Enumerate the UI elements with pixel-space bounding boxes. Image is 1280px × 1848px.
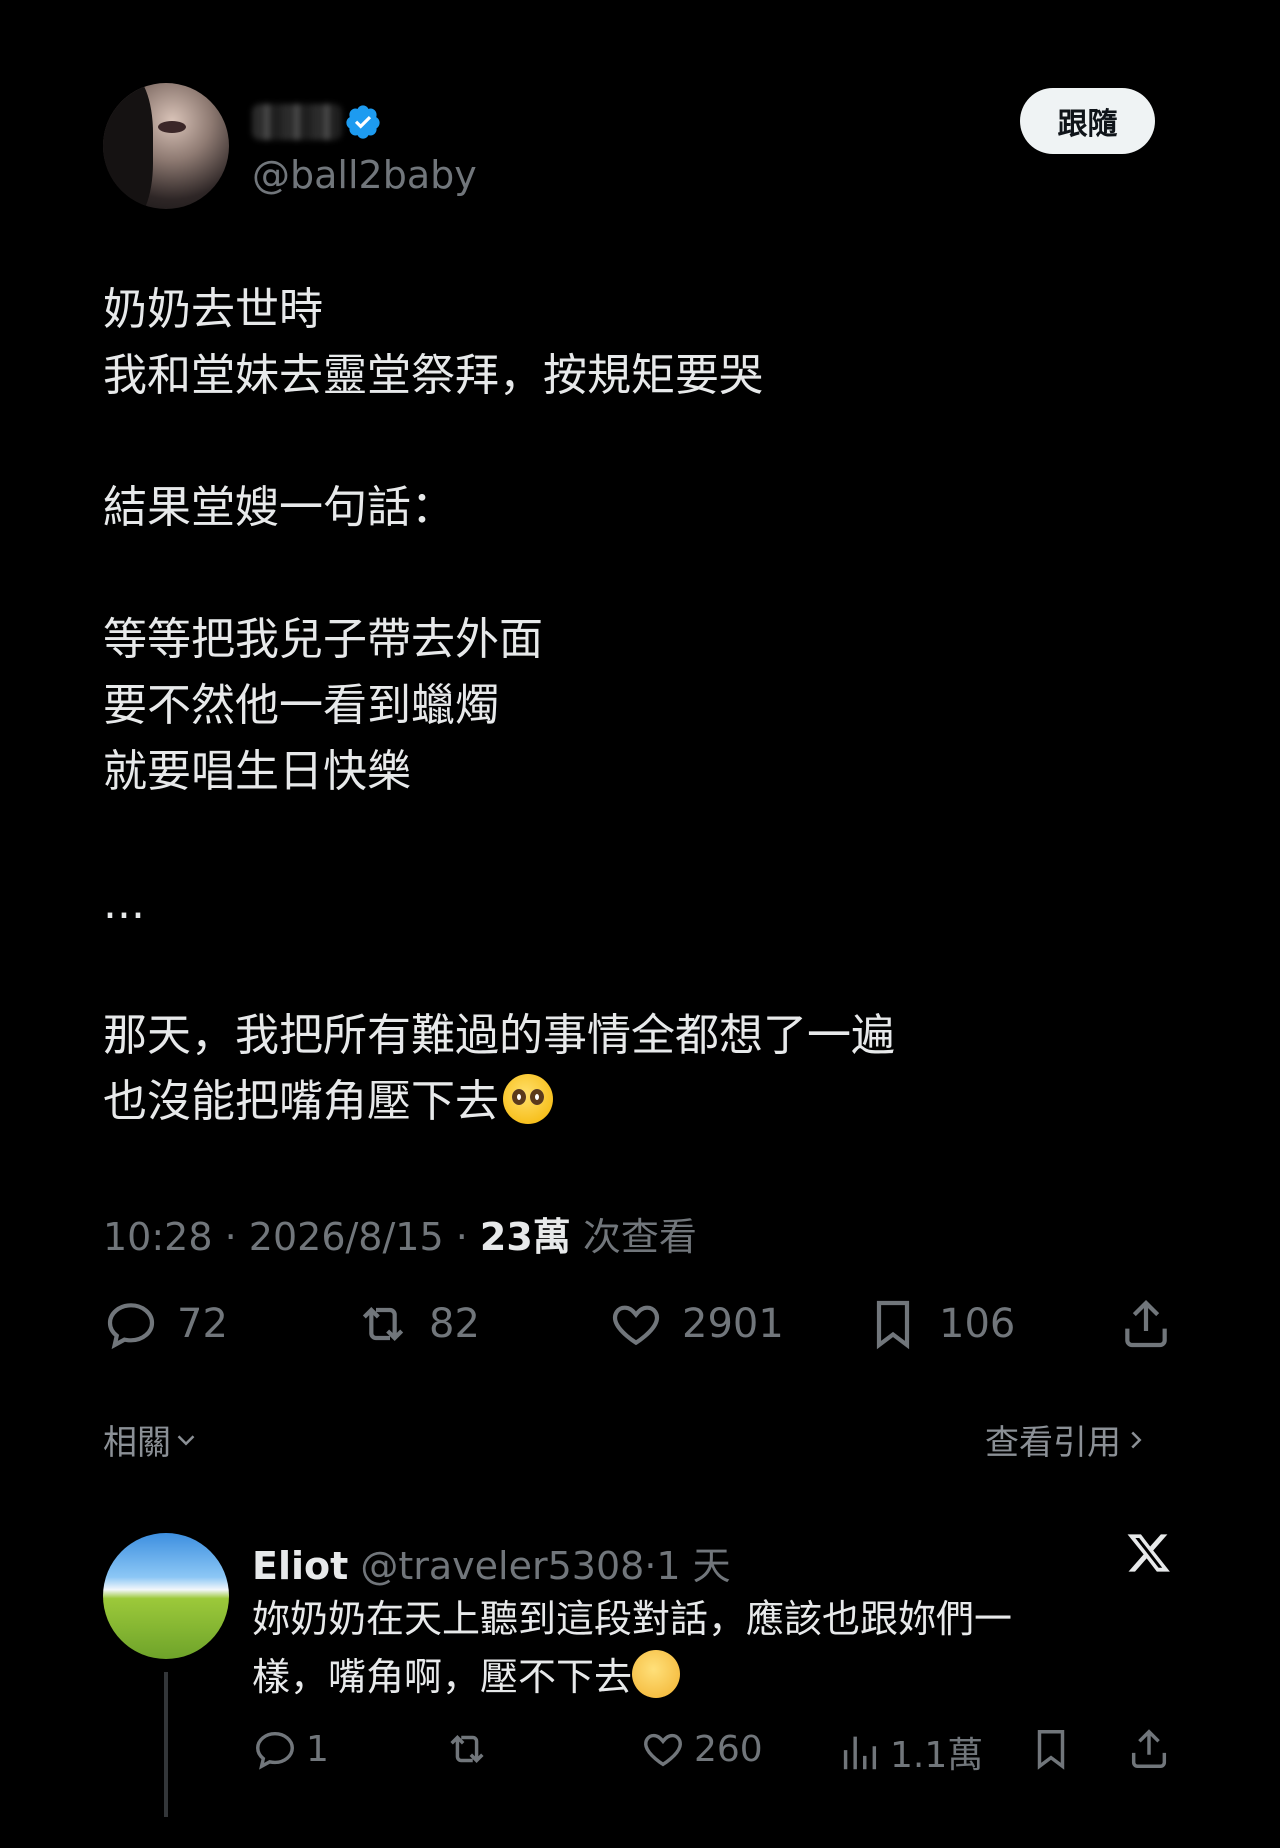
- verified-badge-icon: [346, 105, 380, 139]
- tweet-line: 等等把我兒子帶去外面: [103, 614, 543, 665]
- reply-icon: [256, 1731, 294, 1770]
- reply-bookmark-button[interactable]: [1028, 1726, 1082, 1772]
- reply-share-button[interactable]: [1126, 1726, 1180, 1772]
- bookmark-icon: [1037, 1730, 1065, 1770]
- heart-icon: [644, 1733, 682, 1767]
- reply-author-handle[interactable]: @traveler5308: [360, 1544, 644, 1588]
- view-quotes-link[interactable]: 查看引用: [985, 1415, 1151, 1464]
- meta-separator: ·: [455, 1215, 468, 1259]
- views-chart-icon: [843, 1736, 877, 1770]
- author-avatar[interactable]: [103, 83, 229, 209]
- tweet-line: 要不然他一看到蠟燭: [103, 680, 499, 731]
- tweet-text: 奶奶去世時 我和堂妹去靈堂祭拜，按規矩要哭 結果堂嫂一句話： 等等把我兒子帶去外…: [103, 277, 1183, 1135]
- retweet-icon: [450, 1735, 484, 1763]
- meta-separator: ·: [224, 1215, 237, 1259]
- pleading-face-emoji-icon: [503, 1074, 553, 1124]
- thread-connector-line: [164, 1672, 168, 1817]
- tweet-meta: 10:28 · 2026/8/15 · 23萬 次查看: [103, 1206, 697, 1261]
- views-count: 23萬: [479, 1215, 571, 1259]
- view-quotes-label: 查看引用: [985, 1423, 1121, 1463]
- tweet-line: 我和堂妹去靈堂祭拜，按規矩要哭: [103, 350, 763, 401]
- follow-button[interactable]: 跟隨: [1020, 88, 1155, 154]
- tweet-line-last: 也沒能把嘴角壓下去: [103, 1069, 1183, 1135]
- share-button[interactable]: [1118, 1296, 1192, 1352]
- related-dropdown[interactable]: 相關: [103, 1415, 201, 1464]
- tweet-time[interactable]: 10:28: [103, 1215, 213, 1259]
- reply-views-button[interactable]: 1.1萬: [836, 1726, 983, 1778]
- tweet-line: 奶奶去世時: [103, 284, 323, 335]
- share-icon: [1131, 1729, 1167, 1768]
- tweet-line-text: 也沒能把嘴角壓下去: [103, 1076, 499, 1127]
- reply-button[interactable]: 72: [103, 1296, 228, 1352]
- views-label: 次查看: [582, 1215, 697, 1259]
- tweet-line: 就要唱生日快樂: [103, 746, 411, 797]
- reply-text-line: 妳奶奶在天上聽到這段對話，應該也跟妳們一: [252, 1597, 1013, 1641]
- reply-reply-button[interactable]: 1: [252, 1726, 329, 1772]
- author-handle[interactable]: @ball2baby: [252, 153, 477, 197]
- tweet-line: ...: [103, 878, 145, 929]
- tweet-line: 結果堂嫂一句話：: [103, 482, 455, 533]
- reply-views-count: 1.1萬: [890, 1735, 984, 1776]
- reply-text-line-last: 樣，嘴角啊，壓不下去: [252, 1648, 1112, 1706]
- reply-retweet-button[interactable]: [444, 1726, 498, 1772]
- reply-author-avatar[interactable]: [103, 1533, 229, 1659]
- retweet-button[interactable]: 82: [355, 1296, 480, 1352]
- reply-like-button[interactable]: 260: [640, 1726, 763, 1772]
- reply-time[interactable]: 1 天: [656, 1544, 730, 1588]
- bookmark-icon: [876, 1300, 910, 1350]
- reply-like-count: 260: [694, 1728, 763, 1770]
- x-logo-icon: [1127, 1534, 1170, 1572]
- heart-icon: [612, 1305, 660, 1346]
- share-icon: [1125, 1300, 1167, 1348]
- chevron-down-icon: [177, 1434, 195, 1446]
- related-label: 相關: [103, 1423, 171, 1463]
- chevron-right-icon: [1131, 1431, 1142, 1448]
- tweet-line: 那天，我把所有難過的事情全都想了一遍: [103, 1010, 895, 1061]
- reply-separator: ·: [644, 1544, 657, 1588]
- reply-author-name[interactable]: Eliot: [252, 1544, 348, 1588]
- reply-icon: [107, 1303, 155, 1350]
- reply-text-line: 樣，嘴角啊，壓不下去: [252, 1655, 633, 1699]
- bookmark-count: 106: [939, 1301, 1016, 1347]
- bookmark-button[interactable]: 106: [865, 1296, 1015, 1352]
- retweet-count: 82: [429, 1301, 480, 1347]
- author-name-blurred[interactable]: [252, 104, 342, 140]
- tweet-date[interactable]: 2026/8/15: [249, 1215, 444, 1259]
- like-button[interactable]: 2901: [608, 1296, 784, 1352]
- reply-reply-count: 1: [306, 1728, 329, 1770]
- smiling-face-emoji-icon: [632, 1650, 681, 1698]
- reply-count: 72: [177, 1301, 228, 1347]
- reply-text: 妳奶奶在天上聽到這段對話，應該也跟妳們一 樣，嘴角啊，壓不下去: [252, 1590, 1112, 1706]
- reply-header: Eliot @traveler5308·1 天: [252, 1535, 731, 1590]
- retweet-icon: [362, 1307, 404, 1341]
- like-count: 2901: [682, 1301, 784, 1347]
